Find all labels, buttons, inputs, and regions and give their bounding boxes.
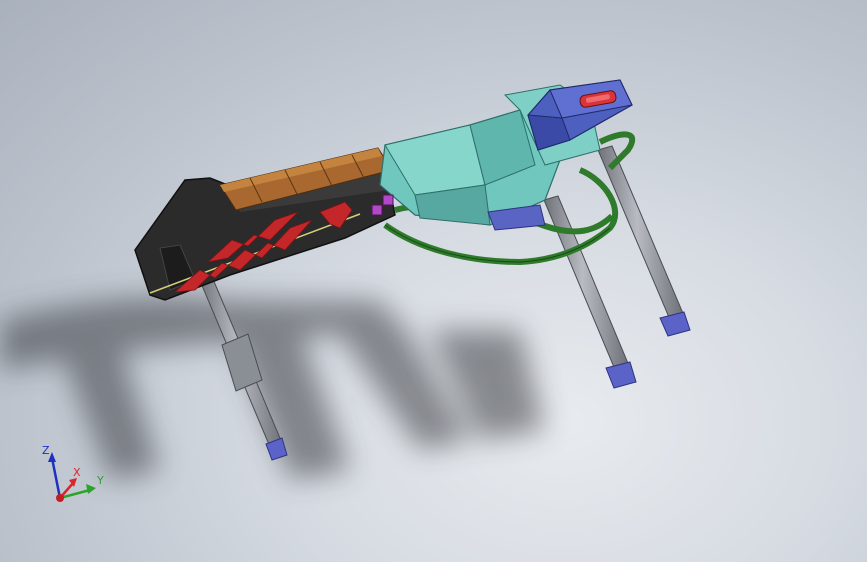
cad-viewport[interactable]: Z X Y (0, 0, 867, 562)
rear-leg-right (597, 145, 691, 337)
3d-model-view (0, 79, 691, 480)
rear-leg-left (543, 195, 637, 389)
z-axis-label: Z (42, 444, 50, 457)
z-axis (50, 457, 62, 499)
x-axis-label: X (73, 466, 81, 479)
orientation-triad: Z X Y (42, 444, 104, 502)
triad-origin (56, 494, 64, 502)
y-axis-label: Y (96, 474, 104, 487)
